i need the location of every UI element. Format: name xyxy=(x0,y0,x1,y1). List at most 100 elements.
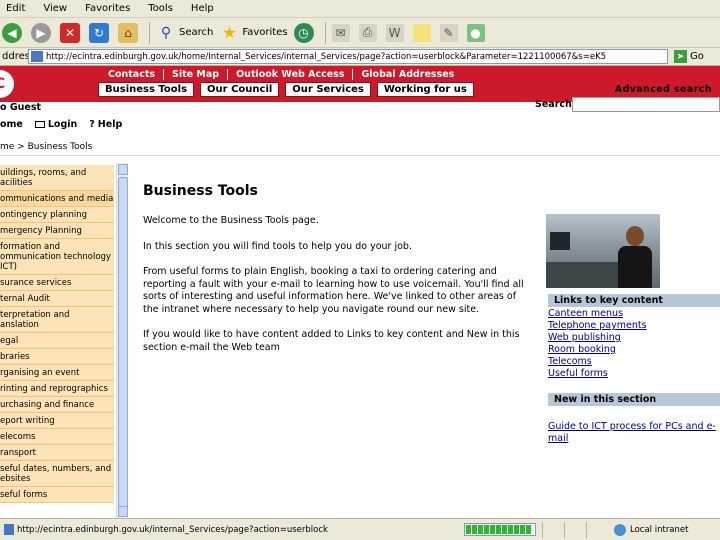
search-button-label: Search xyxy=(179,27,214,38)
sidebar-nav: uildings, rooms, and acilities ommunicat… xyxy=(0,165,116,516)
sidebar-item[interactable]: mergency Planning xyxy=(0,223,114,239)
scroll-thumb[interactable] xyxy=(118,177,128,507)
sidebar-item[interactable]: ontingency planning xyxy=(0,207,114,223)
sidebar-scrollbar[interactable] xyxy=(116,163,128,518)
top-link-global-addresses[interactable]: Global Addresses xyxy=(353,69,462,80)
toolbar-separator xyxy=(324,21,326,44)
link-ict-guide[interactable]: Guide to ICT process for PCs and e- xyxy=(548,421,716,433)
page-icon xyxy=(4,524,14,535)
research-button[interactable]: ✎ xyxy=(439,21,461,45)
print-button[interactable]: ⎙ xyxy=(358,21,380,45)
progress-segment xyxy=(478,525,483,534)
sidebar-item[interactable]: rinting and reprographics xyxy=(0,381,114,397)
site-search-input[interactable] xyxy=(572,97,720,112)
refresh-icon: ↻ xyxy=(89,22,109,43)
link-telephone-payments[interactable]: Telephone payments xyxy=(548,320,647,332)
menu-help[interactable]: Help xyxy=(191,3,214,14)
address-label: ddress xyxy=(2,51,36,62)
sidebar-item[interactable]: terpretation and anslation xyxy=(0,307,114,333)
word-icon: W xyxy=(385,23,404,42)
login-link[interactable]: Login xyxy=(34,119,78,130)
breadcrumb: me > Business Tools xyxy=(0,142,93,152)
favorites-button[interactable]: ★ Favorites xyxy=(219,21,287,45)
photo-desk xyxy=(546,262,626,288)
link-ict-guide-continued[interactable]: mail xyxy=(548,433,716,445)
menu-edit[interactable]: Edit xyxy=(6,3,25,14)
mail-button[interactable]: ✉ xyxy=(331,21,353,45)
link-useful-forms[interactable]: Useful forms xyxy=(548,368,647,380)
menu-tools[interactable]: Tools xyxy=(148,3,173,14)
browser-window: Edit View Favorites Tools Help ◀ ▶ ✕ ↻ ⌂… xyxy=(0,0,720,540)
sidebar-item[interactable]: uildings, rooms, and acilities xyxy=(0,165,114,191)
link-web-publishing[interactable]: Web publishing xyxy=(548,332,647,344)
menu-view[interactable]: View xyxy=(43,3,67,14)
back-button[interactable]: ◀ xyxy=(2,21,25,45)
search-button[interactable]: ⚲ Search xyxy=(156,21,214,45)
body-paragraph: From useful forms to plain English, book… xyxy=(143,266,524,315)
login-link-label: Login xyxy=(47,119,78,130)
sidebar-item[interactable]: seful forms xyxy=(0,487,114,503)
top-link-outlook[interactable]: Outlook Web Access xyxy=(228,69,354,80)
sidebar-item[interactable]: ommunications and media xyxy=(0,191,114,207)
help-link[interactable]: ? Help xyxy=(89,119,122,130)
sidebar-item[interactable]: ransport xyxy=(0,445,114,461)
stop-button[interactable]: ✕ xyxy=(60,21,83,45)
messenger-button[interactable]: ● xyxy=(466,21,488,45)
council-logo-icon: C xyxy=(0,70,14,98)
research-icon: ✎ xyxy=(439,23,458,42)
sidebar-item[interactable]: egal xyxy=(0,333,114,349)
sidebar-item[interactable]: surance services xyxy=(0,275,114,291)
scroll-down-icon[interactable] xyxy=(118,506,128,517)
sidebar-item[interactable]: eport writing xyxy=(0,413,114,429)
address-input[interactable]: http://ecintra.edinburgh.gov.uk/home/Int… xyxy=(28,49,668,64)
sidebar-item[interactable]: urchasing and finance xyxy=(0,397,114,413)
top-link-contacts[interactable]: Contacts xyxy=(100,69,165,80)
go-label: Go xyxy=(690,51,704,62)
top-link-site-map[interactable]: Site Map xyxy=(164,69,229,80)
scroll-up-icon[interactable] xyxy=(118,164,128,175)
advanced-search-link[interactable]: Advanced search xyxy=(615,84,712,95)
top-links: Contacts Site Map Outlook Web Access Glo… xyxy=(100,69,462,80)
messenger-icon: ● xyxy=(466,23,485,42)
security-zone: Local intranet xyxy=(614,523,688,536)
tab-our-services[interactable]: Our Services xyxy=(285,82,371,97)
sidebar-item[interactable]: formation and ommunication technology IC… xyxy=(0,239,114,275)
tab-working-for-us[interactable]: Working for us xyxy=(376,82,474,97)
sidebar-item[interactable]: ternal Audit xyxy=(0,291,114,307)
progress-segment xyxy=(514,525,519,534)
address-url: http://ecintra.edinburgh.gov.uk/home/Int… xyxy=(46,51,607,62)
sidebar-item[interactable]: elecoms xyxy=(0,429,114,445)
loading-progress xyxy=(464,523,536,536)
search-label: Search xyxy=(535,99,572,110)
discuss-button[interactable] xyxy=(412,21,434,45)
sidebar-item[interactable]: braries xyxy=(0,349,114,365)
body-paragraph: In this section you will find tools to h… xyxy=(143,240,412,252)
toolbar-separator xyxy=(149,21,150,44)
breadcrumb-divider xyxy=(0,155,720,156)
refresh-button[interactable]: ↻ xyxy=(89,21,112,45)
address-bar: ddress http://ecintra.edinburgh.gov.uk/h… xyxy=(0,48,720,66)
sidebar-item[interactable]: rganising an event xyxy=(0,365,114,381)
menu-favorites[interactable]: Favorites xyxy=(85,3,130,14)
link-room-booking[interactable]: Room booking xyxy=(548,344,647,356)
tab-our-council[interactable]: Our Council xyxy=(200,82,280,97)
guest-greeting: o Guest xyxy=(0,102,42,113)
stop-icon: ✕ xyxy=(60,22,80,43)
link-telecoms[interactable]: Telecoms xyxy=(548,356,647,368)
home-link[interactable]: ome xyxy=(0,119,23,130)
status-cell xyxy=(586,521,608,538)
tab-business-tools[interactable]: Business Tools xyxy=(98,82,195,97)
forward-button[interactable]: ▶ xyxy=(31,21,54,45)
help-icon: ? xyxy=(89,119,95,130)
page-icon xyxy=(31,51,43,62)
go-button[interactable]: ➤ Go xyxy=(674,50,704,63)
photo-monitor xyxy=(550,232,570,250)
link-canteen-menus[interactable]: Canteen menus xyxy=(548,308,647,320)
sidebar-item[interactable]: seful dates, numbers, and ebsites xyxy=(0,461,114,487)
home-button[interactable]: ⌂ xyxy=(118,21,141,45)
key-content-heading: Links to key content xyxy=(548,294,720,307)
history-icon: ◷ xyxy=(293,22,314,43)
status-url-text: http://ecintra.edinburgh.gov.uk/internal… xyxy=(17,524,328,535)
edit-button[interactable]: W xyxy=(385,21,407,45)
history-button[interactable]: ◷ xyxy=(293,21,317,45)
